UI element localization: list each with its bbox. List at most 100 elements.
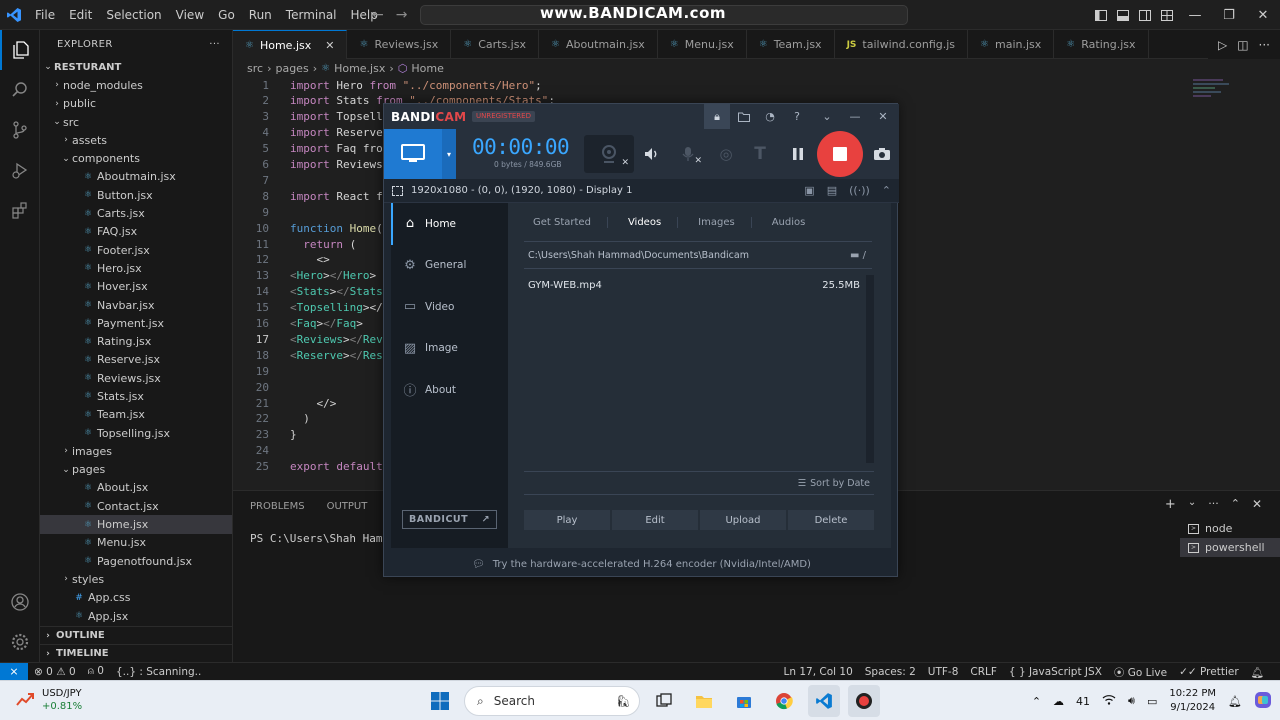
record-video-icon[interactable]: ▣ [804,184,814,197]
tree-file[interactable]: ⚛ Aboutmain.jsx [40,168,232,186]
problems-status[interactable]: ⊗ 0 ⚠ 0 [28,666,82,678]
broadcast-icon[interactable]: ((·)) [849,184,870,197]
menu-view[interactable]: View [169,0,211,30]
bandicut-button[interactable]: BANDICUT ↗ [402,510,497,529]
menu-run[interactable]: Run [242,0,279,30]
tree-file[interactable]: ⚛ Menu.jsx [40,534,232,552]
tab-videos[interactable]: Videos [620,217,679,228]
tree-file[interactable]: ⚛ App.jsx [40,607,232,625]
scanning-status[interactable]: {..} : Scanning.. [110,666,207,678]
code-line[interactable]: 23} [233,427,297,443]
timer-clock-icon[interactable]: ◔ [757,104,783,129]
stop-record-button[interactable] [817,131,863,177]
upload-button[interactable]: Upload [700,510,786,530]
code-line[interactable]: 20 [233,379,290,395]
tab-problems[interactable]: PROBLEMS [250,501,305,512]
tree-file[interactable]: ⚛ Pagenotfound.jsx [40,552,232,570]
chevron-down-icon[interactable]: ▾ [442,129,456,179]
code-line[interactable]: 16 <Faq></Faq> [233,316,363,332]
new-terminal-icon[interactable]: + [1165,497,1176,512]
tree-folder[interactable]: ⌄ src [40,113,232,131]
account-icon[interactable] [0,582,40,622]
code-line[interactable]: 19 [233,363,290,379]
tree-file[interactable]: ⚛ Navbar.jsx [40,296,232,314]
code-line[interactable]: 21 </> [233,395,337,411]
project-root[interactable]: ⌄ RESTURANT [40,58,232,76]
code-line[interactable]: 1 import Hero from "../components/Hero"; [233,77,541,93]
battery-icon[interactable]: ▭ [1147,695,1157,708]
code-line[interactable]: 25 export default [233,459,383,475]
breadcrumb-file[interactable]: Home.jsx [334,62,385,75]
delete-button[interactable]: Delete [788,510,874,530]
toggle-secondary-sidebar-icon[interactable] [1134,0,1156,30]
tree-file[interactable]: ⚛ Stats.jsx [40,387,232,405]
clock[interactable]: 10:22 PM 9/1/2024 [1169,687,1216,715]
code-line[interactable]: 4 import Reserve [233,125,382,141]
nav-home[interactable]: ⌂ Home [391,203,508,245]
nav-general[interactable]: ⚙ General [391,245,508,287]
breadcrumb-src[interactable]: src [247,62,263,75]
minimize-icon[interactable]: — [1178,0,1212,30]
restore-icon[interactable]: ❐ [1212,0,1246,30]
encoder-hint[interactable]: 💬︎ Try the hardware-accelerated H.264 en… [384,551,899,577]
notification-bell-icon[interactable]: 🔔︎ [1228,695,1242,708]
tree-file[interactable]: ⚛ Rating.jsx [40,332,232,350]
split-editor-icon[interactable]: ◫ [1237,38,1248,52]
tree-file[interactable]: ⚛ Footer.jsx [40,241,232,259]
menu-edit[interactable]: Edit [62,0,99,30]
tree-file[interactable]: ⚛ Button.jsx [40,186,232,204]
code-line[interactable]: 5 import Faq fron [233,141,389,157]
chevron-up-icon[interactable]: ⌃ [882,184,891,197]
code-line[interactable]: 13 <Hero></Hero> [233,268,376,284]
copilot-icon[interactable] [1254,691,1272,712]
screenshot-camera-icon[interactable] [870,141,894,167]
tree-folder[interactable]: › styles [40,570,232,588]
microphone-icon[interactable]: ✕ [676,141,702,167]
tree-file[interactable]: # App.css [40,589,232,607]
tree-file[interactable]: ⚛ Hover.jsx [40,278,232,296]
file-row[interactable]: GYM-WEB.mp4 25.5MB [524,275,874,295]
pause-icon[interactable] [786,141,810,167]
remote-icon[interactable]: ⨯ [0,662,28,681]
tree-folder[interactable]: › node_modules [40,76,232,94]
tab-get-started[interactable]: Get Started [525,217,608,228]
play-button[interactable]: Play [524,510,610,530]
bandicam-titlebar[interactable]: BANDICAM UNREGISTERED 🔒︎ ◔ ? ⌄ — ✕ [384,104,899,129]
encoding[interactable]: UTF-8 [922,666,965,678]
tree-folder[interactable]: › public [40,95,232,113]
menu-terminal[interactable]: Terminal [279,0,344,30]
terminal-item-node[interactable]: > node [1180,519,1280,538]
editor-tab[interactable]: ⚛ Reviews.jsx [347,30,452,59]
file-explorer-icon[interactable] [688,685,720,717]
weather-cloud-icon[interactable]: ☁︎ [1053,695,1064,708]
terminal-prompt[interactable]: PS C:\Users\Shah Hamma [250,532,396,545]
nav-about[interactable]: ⓘ About [391,369,508,411]
menu-go[interactable]: Go [211,0,242,30]
tree-file[interactable]: ⚛ FAQ.jsx [40,223,232,241]
customize-layout-icon[interactable] [1156,0,1178,30]
file-list-scrollbar[interactable] [866,275,874,463]
minimap[interactable] [1193,77,1253,117]
code-line[interactable]: 8 import React fi [233,188,389,204]
task-view-icon[interactable] [648,685,680,717]
tab-audios[interactable]: Audios [764,217,822,228]
line-ending[interactable]: CRLF [964,666,1003,678]
lock-icon[interactable]: 🔒︎ [704,104,730,129]
windows-start-icon[interactable] [424,685,456,717]
mini-mode-icon[interactable]: ⌄ [814,104,840,129]
run-icon[interactable]: ▷ [1218,38,1227,52]
nav-video[interactable]: ▭ Video [391,286,508,328]
editor-tab[interactable]: ⚛ Home.jsx ✕ [233,30,348,59]
tree-file[interactable]: ⚛ Contact.jsx [40,497,232,515]
source-control-icon[interactable] [0,110,40,150]
breadcrumb-symbol[interactable]: Home [411,62,443,75]
nav-image[interactable]: ▨ Image [391,328,508,370]
menu-file[interactable]: File [28,0,62,30]
run-debug-icon[interactable] [0,150,40,190]
speaker-icon[interactable] [640,141,664,167]
close-window-icon[interactable]: ✕ [1246,0,1280,30]
close-icon[interactable]: ✕ [870,104,896,129]
code-line[interactable]: 12 <> [233,252,330,268]
show-hidden-icons-chevron-icon[interactable]: ⌃ [1032,695,1041,708]
editor-tab[interactable]: ⚛ Rating.jsx [1054,30,1149,59]
